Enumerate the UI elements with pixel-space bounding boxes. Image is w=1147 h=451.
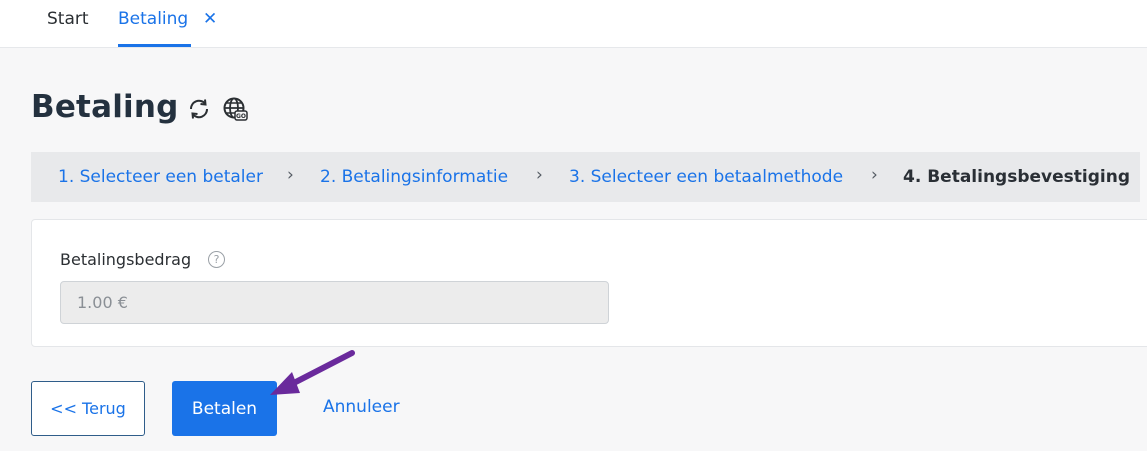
annotation-arrow-icon: [270, 350, 355, 395]
amount-field[interactable]: [60, 281, 609, 324]
tab-bar: Start Betaling ✕: [0, 0, 1147, 48]
globe-icon[interactable]: GO: [222, 96, 248, 122]
step-3-link[interactable]: 3. Selecteer een betaalmethode: [569, 166, 843, 188]
step-1-link[interactable]: 1. Selecteer een betaler: [58, 166, 263, 188]
tab-betaling[interactable]: Betaling: [118, 8, 191, 47]
svg-text:GO: GO: [236, 113, 246, 120]
tab-start[interactable]: Start: [47, 8, 89, 30]
help-icon[interactable]: ?: [208, 251, 225, 268]
amount-label: Betalingsbedrag: [60, 250, 192, 269]
chevron-right-icon: ›: [871, 165, 878, 185]
close-tab-icon[interactable]: ✕: [203, 8, 217, 30]
active-tab-indicator: [118, 44, 191, 47]
chevron-right-icon: ›: [287, 165, 294, 185]
step-4-current: 4. Betalingsbevestiging: [903, 167, 1130, 187]
payment-form-panel: Betalingsbedrag ?: [31, 219, 1147, 347]
step-2-link[interactable]: 2. Betalingsinformatie: [320, 166, 508, 188]
refresh-icon[interactable]: [186, 96, 212, 122]
page-title: Betaling: [31, 89, 179, 125]
tab-betaling-label: Betaling: [118, 9, 189, 29]
step-indicator: 1. Selecteer een betaler › 2. Betalingsi…: [31, 152, 1140, 202]
back-button[interactable]: << Terug: [31, 381, 145, 436]
chevron-right-icon: ›: [536, 165, 543, 185]
